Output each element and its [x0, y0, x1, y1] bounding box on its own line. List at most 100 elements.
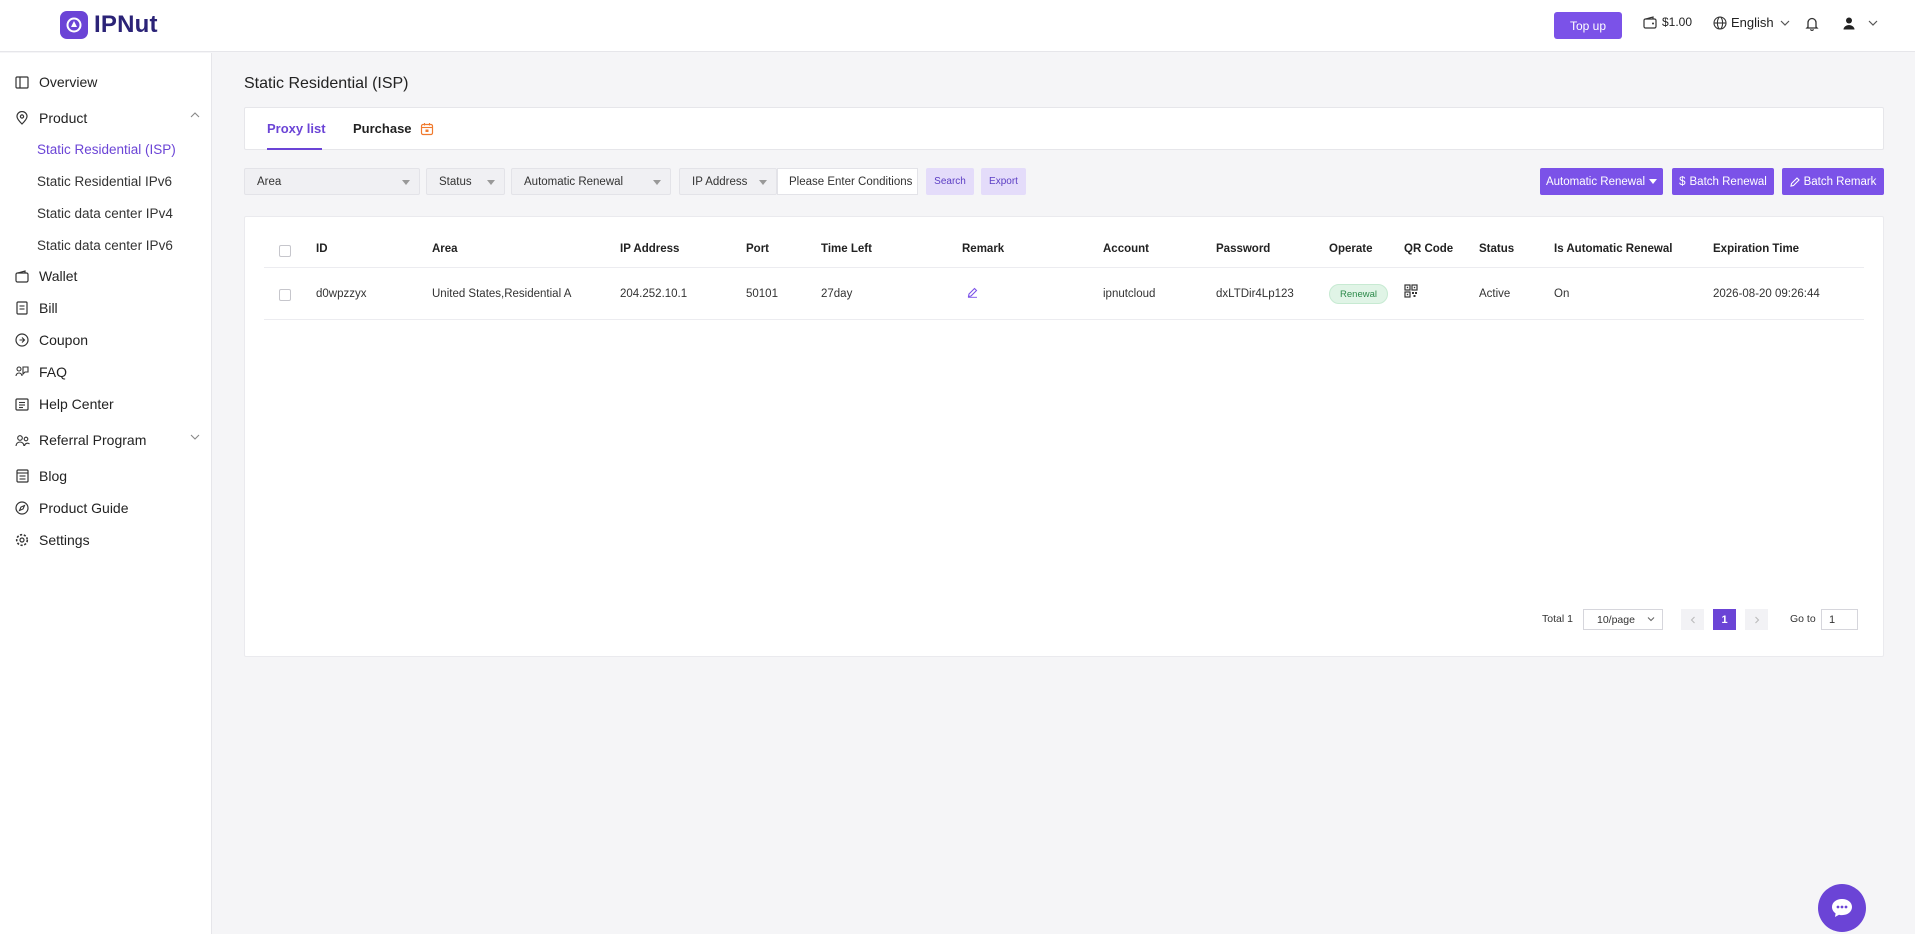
pagination-total: Total 1: [1542, 613, 1573, 625]
cell-time-left: 27day: [821, 288, 853, 300]
globe-icon: [1713, 15, 1727, 30]
blog-icon: [14, 468, 30, 484]
chat-bubble-icon: [1832, 899, 1852, 917]
cell-port: 50101: [746, 288, 778, 300]
chevron-down-icon: [190, 434, 200, 440]
chevron-up-icon: [190, 112, 200, 118]
automatic-renewal-label: Automatic Renewal: [1545, 175, 1646, 188]
batch-remark-button[interactable]: Batch Remark: [1782, 168, 1884, 195]
ip-type-select[interactable]: IP Address: [679, 168, 777, 195]
notification-bell-icon[interactable]: [1805, 16, 1819, 36]
sidebar-item-wallet[interactable]: Wallet: [14, 265, 200, 287]
cell-password: dxLTDir4Lp123: [1216, 288, 1294, 300]
compass-icon: [14, 500, 30, 516]
sidebar-item-referral-program[interactable]: Referral Program: [14, 429, 200, 451]
batch-renewal-label: Batch Renewal: [1689, 175, 1767, 188]
sidebar-item-product-guide[interactable]: Product Guide: [14, 497, 200, 519]
column-header: Expiration Time: [1713, 243, 1800, 255]
cell-expiration-time: 2026-08-20 09:26:44: [1713, 288, 1820, 300]
column-header: Account: [1103, 243, 1149, 255]
sidebar-item-bill[interactable]: Bill: [14, 297, 200, 319]
prev-page-button[interactable]: [1681, 609, 1704, 630]
cell-status: Active: [1479, 288, 1511, 300]
sidebar-item-label: Overview: [39, 74, 98, 90]
column-header: Area: [432, 243, 458, 255]
sidebar-item-label: Wallet: [39, 268, 78, 284]
column-header: Is Automatic Renewal: [1554, 243, 1673, 255]
sidebar-item-label: FAQ: [39, 364, 68, 380]
chevron-down-icon: [1868, 20, 1878, 26]
sidebar-item-settings[interactable]: Settings: [14, 529, 200, 551]
caret-down-icon: [759, 180, 767, 185]
sidebar-item-label: Blog: [39, 468, 68, 484]
top-header: IPNut Top up $1.00 English: [0, 0, 1915, 52]
gear-icon: [14, 532, 30, 548]
row-checkbox[interactable]: [279, 289, 291, 301]
faq-icon: [14, 364, 30, 380]
header-divider: [264, 267, 1864, 268]
cell-account: ipnutcloud: [1103, 288, 1156, 300]
caret-down-icon: [487, 180, 495, 185]
area-select[interactable]: Area: [244, 168, 420, 195]
logo-icon: [60, 11, 88, 39]
brand-logo[interactable]: IPNut: [60, 11, 158, 39]
automatic-renewal-dropdown[interactable]: Automatic Renewal: [1540, 168, 1663, 195]
qr-code-icon[interactable]: [1404, 284, 1418, 301]
goto-page-input[interactable]: [1821, 609, 1858, 630]
export-button[interactable]: Export: [981, 168, 1026, 195]
tab-label: Purchase: [353, 121, 412, 136]
balance-amount: $1.00: [1662, 15, 1693, 29]
sidebar-item-coupon[interactable]: Coupon: [14, 329, 200, 351]
sidebar-subitem-static-residential-ipv6[interactable]: Static Residential IPv6: [37, 174, 172, 189]
batch-renewal-button[interactable]: $ Batch Renewal: [1672, 168, 1774, 195]
sidebar-subitem-static-dc-ipv4[interactable]: Static data center IPv4: [37, 206, 173, 221]
page-size-label: 10/page: [1597, 613, 1635, 626]
sidebar-subitem-static-dc-ipv6[interactable]: Static data center IPv6: [37, 238, 173, 253]
sidebar-item-label: Referral Program: [39, 432, 147, 448]
column-header: Remark: [962, 243, 1005, 255]
column-header: Password: [1216, 243, 1271, 255]
tab-bar: Proxy list Purchase: [244, 107, 1884, 150]
sidebar-item-overview[interactable]: Overview: [14, 71, 200, 93]
calendar-icon: [420, 122, 433, 135]
bill-icon: [14, 300, 30, 316]
user-menu[interactable]: [1842, 16, 1878, 30]
condition-input[interactable]: [777, 168, 918, 195]
search-button[interactable]: Search: [926, 168, 974, 195]
chevron-right-icon: [1754, 616, 1759, 623]
sidebar: Overview Product Static Residential (ISP…: [0, 53, 212, 934]
chevron-left-icon: [1690, 616, 1695, 623]
sidebar-item-help-center[interactable]: Help Center: [14, 393, 200, 415]
status-select[interactable]: Status: [426, 168, 505, 195]
remark-edit-icon[interactable]: [967, 287, 978, 301]
layout-icon: [14, 74, 30, 90]
column-header: Time Left: [821, 243, 872, 255]
goto-label: Go to: [1790, 613, 1816, 625]
batch-remark-label: Batch Remark: [1803, 175, 1877, 188]
chevron-down-icon: [1647, 617, 1655, 622]
sidebar-item-blog[interactable]: Blog: [14, 465, 200, 487]
sidebar-item-product[interactable]: Product: [14, 107, 200, 129]
page-number-button[interactable]: 1: [1713, 609, 1736, 630]
language-selector[interactable]: English: [1713, 15, 1790, 30]
tab-proxy-list[interactable]: Proxy list: [267, 121, 326, 136]
auto-renewal-select[interactable]: Automatic Renewal: [511, 168, 671, 195]
caret-down-icon: [1649, 179, 1658, 184]
tab-purchase[interactable]: Purchase: [353, 121, 434, 136]
wallet-icon: [1643, 15, 1657, 29]
balance-display[interactable]: $1.00: [1643, 15, 1692, 29]
select-all-checkbox[interactable]: [279, 245, 291, 257]
page-size-select[interactable]: 10/page: [1583, 609, 1663, 630]
status-select-label: Status: [439, 175, 472, 188]
column-header: ID: [316, 243, 328, 255]
brand-name: IPNut: [94, 11, 158, 38]
wallet-icon: [14, 268, 30, 284]
next-page-button[interactable]: [1745, 609, 1768, 630]
user-icon: [1843, 17, 1855, 30]
top-up-button[interactable]: Top up: [1554, 12, 1622, 39]
sidebar-subitem-static-residential-isp[interactable]: Static Residential (ISP): [37, 142, 176, 157]
sidebar-item-faq[interactable]: FAQ: [14, 361, 200, 383]
chat-support-button[interactable]: [1818, 884, 1866, 932]
renewal-button[interactable]: Renewal: [1329, 284, 1388, 304]
auto-renewal-select-label: Automatic Renewal: [524, 175, 624, 188]
